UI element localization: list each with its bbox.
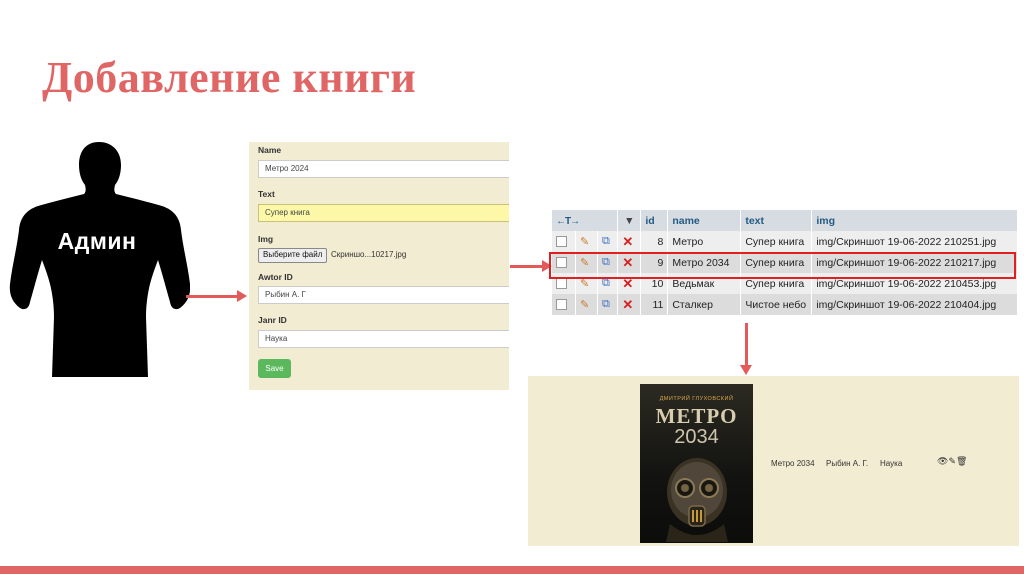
result-book-genre: Наука [880, 459, 903, 468]
column-header-text[interactable]: text [740, 210, 813, 231]
cover-author: ДМИТРИЙ ГЛУХОВСКИЙ [659, 396, 734, 402]
text-label: Text [258, 189, 275, 199]
admin-label: Админ [57, 228, 137, 254]
eye-icon[interactable]: 👁 [937, 456, 948, 466]
author-label: Awtor ID [258, 272, 293, 282]
new-row-highlight [549, 252, 1016, 279]
book-list-panel: ДМИТРИЙ ГЛУХОВСКИЙ МЕТРО 2034 Метро 2034… [528, 376, 1019, 546]
book-cover-image: ДМИТРИЙ ГЛУХОВСКИЙ МЕТРО 2034 [640, 384, 753, 543]
img-label: Img [258, 234, 274, 244]
genre-select[interactable]: Наука [258, 330, 509, 348]
table-row: ✎ ⧉ ✕ 8 Метро Супер книга img/Скриншот 1… [552, 231, 1018, 252]
copy-row-icon[interactable]: ⧉ [602, 298, 610, 310]
column-nav-arrows[interactable]: ←T→ [556, 216, 580, 227]
column-header-id[interactable]: id [640, 210, 669, 231]
save-button[interactable]: Save [258, 359, 291, 378]
arrow-to-result [740, 323, 752, 375]
copy-row-icon[interactable]: ⧉ [602, 235, 610, 247]
table-row: ✎ ⧉ ✕ 11 Сталкер Чистое небо img/Скриншо… [552, 294, 1018, 315]
cell-text: Супер книга [740, 231, 813, 252]
genre-label: Janr ID [258, 315, 287, 325]
arrow-to-table [510, 260, 552, 272]
slide-title: Добавление книги [42, 53, 417, 102]
gas-mask-icon [666, 458, 728, 542]
table-header-row: ←T→ ▼ id name text img [552, 210, 1018, 231]
author-select[interactable]: Рыбин А. Г [258, 286, 509, 304]
edit-pencil-icon[interactable]: ✎ [580, 236, 589, 248]
delete-x-icon[interactable]: ✕ [622, 234, 633, 249]
cover-year: 2034 [674, 426, 719, 448]
text-input[interactable]: Супер книга [258, 204, 509, 222]
name-label: Name [258, 145, 282, 155]
row-checkbox[interactable] [556, 236, 567, 248]
pencil-icon[interactable]: ✎ [948, 456, 956, 466]
trash-icon[interactable]: 🗑 [956, 456, 967, 466]
edit-pencil-icon[interactable]: ✎ [580, 299, 589, 311]
choose-file-button[interactable]: Выберите файл [258, 248, 328, 263]
result-book-author: Рыбин А. Г. [826, 459, 869, 468]
row-checkbox[interactable] [556, 299, 567, 311]
delete-x-icon[interactable]: ✕ [622, 297, 633, 312]
column-header-img[interactable]: img [811, 210, 1018, 231]
cell-name: Метро [667, 231, 742, 252]
cell-id: 11 [640, 294, 669, 315]
result-book-name: Метро 2034 [771, 459, 815, 468]
arrow-to-form [186, 290, 247, 302]
add-book-form: Name Метро 2024 Text Супер книга Img Выб… [249, 142, 509, 390]
cell-name: Сталкер [667, 294, 742, 315]
bottom-accent-bar [0, 566, 1024, 574]
name-input[interactable]: Метро 2024 [258, 160, 509, 178]
column-header-name[interactable]: name [667, 210, 742, 231]
cell-img: img/Скриншот 19-06-2022 210251.jpg [811, 231, 1018, 252]
cell-img: img/Скриншот 19-06-2022 210404.jpg [811, 294, 1018, 315]
row-checkbox[interactable] [556, 278, 567, 290]
admin-silhouette-icon [9, 142, 190, 377]
cell-text: Чистое небо [740, 294, 813, 315]
chosen-file-name: Скриншо...10217.jpg [331, 250, 407, 259]
edit-pencil-icon[interactable]: ✎ [580, 278, 589, 290]
cell-id: 8 [640, 231, 669, 252]
sort-down-icon[interactable]: ▼ [624, 215, 634, 227]
